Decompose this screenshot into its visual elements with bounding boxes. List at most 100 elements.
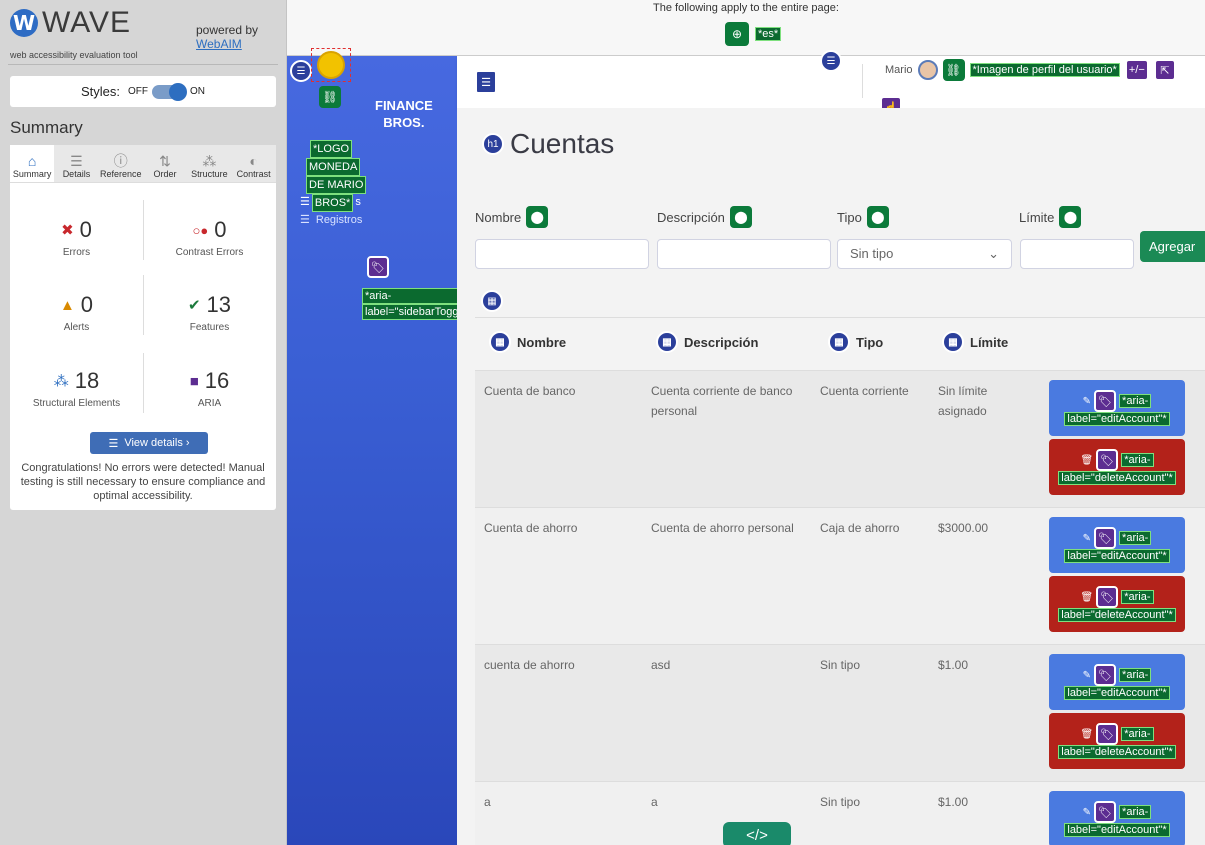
user-name: Mario — [885, 64, 913, 76]
table-header-icon: ▦ — [656, 331, 678, 353]
feature-check-icon: ✔ — [187, 297, 201, 314]
list-structure-icon[interactable]: ☰ — [290, 60, 312, 82]
edit-account-button[interactable]: ✎ 🏷 *aria- label="editAccount"* — [1049, 791, 1185, 845]
stat-value: 0 — [214, 217, 227, 242]
summary-card: ⌂ Summary ☰ Details ⓘ Reference ⇅ Order ⁂ Str… — [10, 145, 276, 510]
sidebar-toggle-button[interactable]: ☰ — [475, 70, 497, 94]
stat-contrast[interactable]: ○● 0 Contrast Errors — [143, 217, 276, 258]
label-line: DE MARIO — [306, 176, 367, 194]
descripcion-input[interactable] — [657, 239, 831, 269]
stat-structural[interactable]: ⁂ 18 Structural Elements — [10, 368, 143, 409]
expand-collapse-icon[interactable]: +/− — [1124, 59, 1149, 81]
edit-icon: ✎ — [1082, 532, 1092, 544]
alert-icon: ▲ — [59, 296, 75, 314]
linked-image-icon[interactable]: ⛓ — [319, 86, 341, 108]
view-details-button[interactable]: ☰ View details › — [90, 432, 208, 454]
home-icon: ⌂ — [27, 153, 37, 169]
cell-nombre: Cuenta de ahorro — [484, 521, 578, 535]
wave-logo-icon: W — [10, 9, 38, 37]
table-header-icon: ▦ — [942, 331, 964, 353]
edit-account-button[interactable]: ✎ 🏷 *aria- label="editAccount"* — [1049, 654, 1185, 710]
delete-account-button[interactable]: 🗑 🏷 *aria- label="deleteAccount"* — [1049, 713, 1185, 769]
popup-icon[interactable]: ⇱ — [1153, 59, 1176, 81]
label-descripcion: Descripción ⬤ — [657, 206, 752, 228]
label-line: *LOGO — [310, 140, 353, 158]
cell-tipo: Cuenta corriente — [820, 384, 909, 398]
tipo-select[interactable]: Sin tipo ⌄ — [837, 239, 1012, 269]
tab-structure[interactable]: ⁂ Structure — [187, 145, 231, 182]
add-button[interactable]: Agregar — [1140, 231, 1205, 262]
styles-toggle[interactable] — [152, 82, 187, 101]
aria-tag-icon: 🏷 — [1094, 801, 1117, 823]
heading-icon: h1 — [482, 133, 504, 155]
edit-icon: ✎ — [1082, 395, 1092, 407]
header-text: Nombre — [517, 334, 567, 350]
stat-value: 0 — [80, 292, 94, 317]
tab-reference[interactable]: ⓘ Reference — [99, 145, 143, 182]
stat-label: Contrast Errors — [175, 247, 244, 258]
tab-order[interactable]: ⇅ Order — [143, 145, 187, 182]
aria-label-line: *aria- — [1119, 394, 1152, 408]
styles-off-label: OFF — [128, 86, 148, 97]
delete-account-button[interactable]: 🗑 🏷 *aria- label="deleteAccount"* — [1049, 576, 1185, 632]
list-structure-icon[interactable]: ☰ — [820, 50, 842, 72]
label-limite: Límite ⬤ — [1019, 206, 1082, 228]
stat-value: 18 — [74, 368, 100, 393]
view-details-label: View details › — [124, 437, 190, 449]
limite-input[interactable] — [1020, 239, 1134, 269]
cell-descripcion: Cuenta corriente de banco personal — [651, 384, 793, 418]
trash-icon: 🗑 — [1080, 591, 1094, 603]
cell-limite: $3000.00 — [938, 521, 989, 535]
stat-label: Errors — [62, 247, 91, 258]
powered-by-text: powered by — [196, 23, 259, 37]
header-text: Descripción — [684, 334, 759, 350]
aria-label-line: *aria- — [1121, 590, 1154, 604]
webaim-link[interactable]: WebAIM — [196, 37, 258, 51]
tab-label: Order — [153, 169, 177, 179]
aria-icon: ■ — [189, 372, 199, 390]
wave-tabs: ⌂ Summary ☰ Details ⓘ Reference ⇅ Order ⁂ Str… — [10, 145, 276, 183]
stat-errors[interactable]: ✖ 0 Errors — [10, 217, 143, 258]
user-menu[interactable]: Mario ⛓ *Imagen de perfil del usuario* +… — [885, 59, 1176, 81]
nombre-input[interactable] — [475, 239, 649, 269]
trash-icon: 🗑 — [1080, 728, 1094, 740]
delete-account-button[interactable]: 🗑 🏷 *aria- label="deleteAccount"* — [1049, 439, 1185, 495]
aria-tag-icon[interactable]: 🏷 — [367, 256, 389, 278]
label-text: Límite — [1019, 209, 1055, 225]
aria-label-line: label="editAccount"* — [1064, 686, 1170, 700]
page-level-bar: The following apply to the entire page: … — [287, 0, 1205, 56]
label-suffix: s — [355, 196, 361, 208]
edit-account-button[interactable]: ✎ 🏷 *aria- label="editAccount"* — [1049, 517, 1185, 573]
column-header-tipo: ▦ Tipo — [828, 331, 883, 353]
language-indicator[interactable]: ⊕ *es* — [725, 22, 782, 46]
tab-summary[interactable]: ⌂ Summary — [10, 145, 55, 182]
stat-value: 0 — [79, 217, 92, 242]
error-icon: ✖ — [61, 222, 74, 239]
wave-logo[interactable]: W WAVE — [10, 6, 131, 39]
sidebar-item-registros[interactable]: ☰ Registros — [300, 213, 362, 227]
code-view-button[interactable]: </> — [723, 822, 791, 845]
tab-contrast[interactable]: ◐ Contrast — [231, 145, 275, 182]
tab-details[interactable]: ☰ Details — [54, 145, 98, 182]
column-header-nombre: ▦ Nombre — [489, 331, 566, 353]
page-title-text: Cuentas — [510, 128, 615, 159]
stat-label: Alerts — [63, 322, 90, 333]
label-line: BROS* — [311, 194, 354, 212]
coin-logo-icon[interactable] — [317, 51, 345, 79]
cell-descripcion: Cuenta de ahorro personal — [651, 521, 794, 535]
label-line: *aria- — [362, 288, 462, 304]
stat-label: Features — [189, 322, 230, 333]
edit-account-button[interactable]: ✎ 🏷 *aria- label="editAccount"* — [1049, 380, 1185, 436]
list-icon: ☰ — [300, 214, 310, 226]
cell-limite: $1.00 — [938, 658, 969, 672]
sidebar-toggle-aria-label: *aria- label="sidebarTogg — [362, 288, 462, 320]
app-sidebar: ☰ ⛓ FINANCE BROS. *LOGO MONEDA DE MARIO … — [287, 48, 462, 845]
aria-label-line: label="editAccount"* — [1064, 412, 1170, 426]
stat-aria[interactable]: ■ 16 ARIA — [143, 368, 276, 409]
stat-features[interactable]: ✔ 13 Features — [143, 292, 276, 333]
aria-label-line: *aria- — [1119, 805, 1152, 819]
styles-label: Styles: — [80, 84, 120, 99]
main-content: h1 Cuentas Nombre ⬤ Descripción ⬤ Tipo ⬤ Lí… — [457, 108, 1205, 845]
stat-alerts[interactable]: ▲ 0 Alerts — [10, 292, 143, 333]
aria-label-line: label="deleteAccount"* — [1058, 471, 1176, 485]
